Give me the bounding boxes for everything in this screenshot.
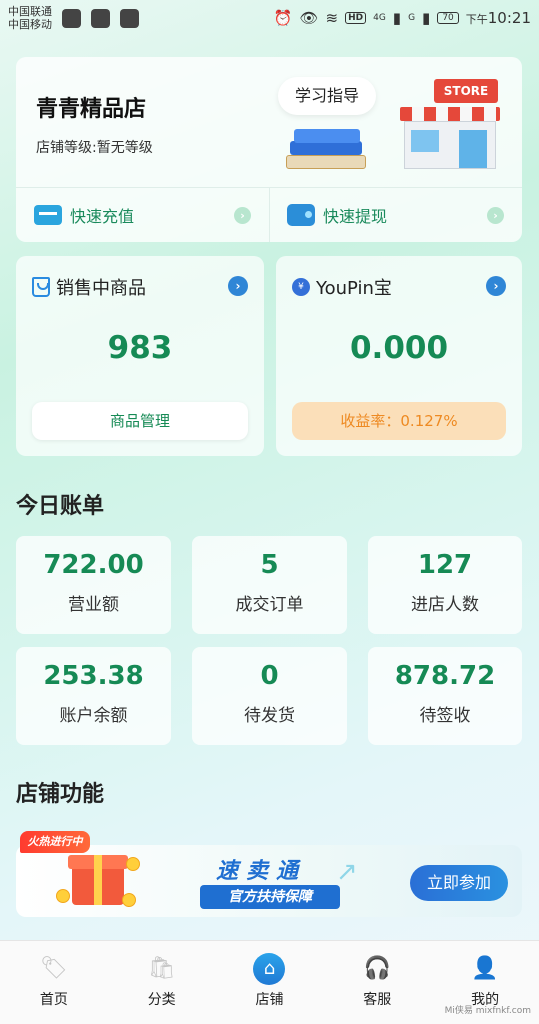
bill-label: 待发货: [244, 706, 295, 726]
bill-value: 878.72: [394, 661, 496, 691]
watermark: Mi侠易 mixfnkf.com: [444, 1006, 531, 1016]
today-bill-title: 今日账单: [16, 494, 105, 519]
hot-tag: 火热进行中: [20, 831, 90, 853]
nav-label: 店铺: [255, 992, 284, 1008]
nav-item-service[interactable]: 🎧 客服: [323, 941, 431, 1024]
bill-label: 账户余额: [59, 706, 128, 726]
promo-title: 速卖通: [216, 859, 307, 884]
coin-icon: [122, 893, 136, 907]
store-level: 店铺等级:暂无等级: [36, 140, 153, 156]
battery-icon: 70: [437, 12, 459, 24]
on-sale-card[interactable]: 销售中商品 › 983 商品管理: [16, 256, 264, 456]
bill-item[interactable]: 878.72 待签收: [368, 647, 522, 745]
bill-label: 进店人数: [411, 595, 479, 615]
card-icon: [34, 205, 62, 225]
signal-icon: ▮: [392, 9, 402, 27]
carrier-2: 中国移动: [8, 18, 52, 31]
bag-icon: 🛍: [147, 956, 176, 981]
bill-value: 253.38: [43, 661, 144, 691]
tag-icon: 🏷: [39, 956, 68, 981]
youpin-title: YouPin宝: [316, 278, 392, 299]
alarm-icon: ⏰: [273, 9, 293, 27]
promo-subtitle: 官方扶持保障: [200, 885, 340, 909]
store-functions-title: 店铺功能: [16, 782, 105, 807]
shopping-bag-icon: [32, 277, 50, 297]
store-name: 青青精品店: [36, 97, 147, 122]
books-icon: [284, 127, 370, 171]
quick-recharge-button[interactable]: 快速充值 ›: [16, 188, 269, 242]
quick-withdraw-label: 快速提现: [323, 207, 388, 226]
chevron-right-icon: ›: [487, 206, 504, 224]
bill-value: 5: [260, 550, 279, 580]
bill-item[interactable]: 253.38 账户余额: [16, 647, 171, 745]
promo-banner[interactable]: 火热进行中 速卖通 官方扶持保障 ↗ 立即参加: [16, 831, 522, 917]
carrier-1: 中国联通: [8, 5, 52, 18]
youpin-balance: 0.000: [349, 330, 449, 366]
arrow-up-right-icon: ↗: [336, 857, 358, 887]
bill-item[interactable]: 5 成交订单: [192, 536, 347, 634]
guide-button[interactable]: 学习指导: [278, 77, 376, 115]
bill-value: 722.00: [43, 550, 144, 580]
nav-item-store[interactable]: ⌂ 店铺: [216, 941, 324, 1024]
chevron-right-icon[interactable]: ›: [228, 276, 248, 296]
clock: 下午10:21: [465, 9, 531, 27]
hd-badge: HD: [345, 12, 367, 24]
bill-label: 成交订单: [235, 595, 304, 615]
home-icon: ⌂: [253, 953, 286, 985]
gift-icon: [68, 855, 128, 905]
bill-item[interactable]: 127 进店人数: [368, 536, 522, 634]
wallet-icon: [287, 204, 315, 226]
store-card: 青青精品店 店铺等级:暂无等级 学习指导 STORE 快速充值 › 快速提现 ›: [16, 57, 522, 242]
headset-icon: 🎧: [363, 956, 391, 981]
chevron-right-icon: ›: [234, 206, 251, 224]
bottom-nav: 🏷 首页 🛍 分类 ⌂ 店铺 🎧 客服 👤 我的 Mi侠易 mixfnkf.co…: [0, 940, 539, 1024]
bill-value: 127: [417, 550, 473, 580]
nav-item-category[interactable]: 🛍 分类: [108, 941, 216, 1024]
carrier-info: 中国联通 中国移动: [8, 5, 52, 31]
join-now-button[interactable]: 立即参加: [410, 865, 508, 901]
wifi-icon: ≋: [325, 9, 339, 27]
on-sale-title: 销售中商品: [56, 278, 146, 299]
user-icon: 👤: [471, 956, 499, 981]
money-bag-icon: ¥: [292, 278, 310, 296]
bill-item[interactable]: 722.00 营业额: [16, 536, 171, 634]
product-manage-button[interactable]: 商品管理: [32, 402, 248, 440]
notification-icon: [91, 8, 110, 28]
nav-item-home[interactable]: 🏷 首页: [0, 941, 108, 1024]
notification-icon: [120, 8, 139, 28]
nav-label: 首页: [39, 992, 68, 1008]
quick-withdraw-button[interactable]: 快速提现 ›: [269, 188, 522, 242]
store-sign: STORE: [434, 79, 498, 103]
bill-item[interactable]: 0 待发货: [192, 647, 347, 745]
store-icon: STORE: [394, 75, 506, 171]
coin-icon: [56, 889, 70, 903]
bill-label: 营业额: [68, 595, 119, 615]
coin-icon: [126, 857, 140, 871]
notification-icon: [62, 8, 81, 28]
chevron-right-icon[interactable]: ›: [486, 276, 506, 296]
bill-value: 0: [260, 661, 279, 691]
yield-rate-badge: 收益率：0.127%: [292, 402, 506, 440]
signal-icon: ▮: [422, 9, 431, 27]
signal-4g: 4G: [373, 13, 386, 23]
eye-icon: 👁: [299, 9, 319, 27]
on-sale-count: 983: [107, 330, 173, 366]
signal-g: G: [408, 13, 416, 23]
nav-label: 客服: [363, 992, 392, 1008]
status-bar: 中国联通 中国移动 ⏰ 👁 ≋ HD 4G ▮ G ▮ 70 下午10:21: [0, 0, 539, 36]
nav-label: 分类: [147, 992, 176, 1008]
quick-recharge-label: 快速充值: [70, 207, 135, 226]
youpin-card[interactable]: ¥ YouPin宝 › 0.000 收益率：0.127%: [276, 256, 522, 456]
bill-label: 待签收: [419, 706, 471, 726]
